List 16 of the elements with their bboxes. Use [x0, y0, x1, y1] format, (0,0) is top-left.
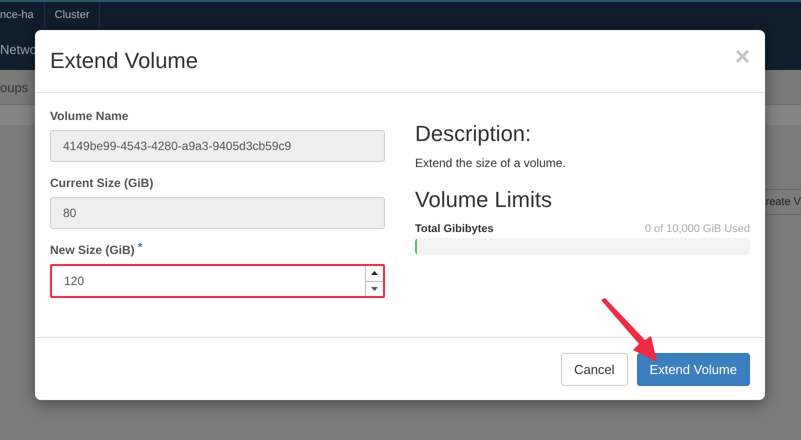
number-field[interactable]: 120: [50, 264, 385, 298]
field-label: Volume Name: [50, 109, 128, 123]
cancel-button[interactable]: Cancel: [561, 352, 628, 386]
description-heading: Description:: [415, 121, 532, 147]
field-label: Current Size (GiB): [50, 176, 154, 190]
description-text: Extend the size of a volume.: [415, 156, 567, 170]
up-caret-icon: [371, 271, 378, 276]
down-caret-icon: [371, 286, 378, 291]
submit-button[interactable]: Extend Volume: [636, 352, 750, 386]
modal-title: Extend Volume: [50, 48, 198, 74]
limits-heading: Volume Limits: [415, 187, 553, 213]
limit-label: Total Gibibytes: [415, 223, 494, 235]
field-label: New Size (GiB): [50, 243, 135, 257]
required-asterisk: *: [138, 240, 142, 254]
annotation-arrow: [599, 298, 659, 364]
limit-reading: 0 of 10,000 GiB Used: [644, 223, 750, 235]
